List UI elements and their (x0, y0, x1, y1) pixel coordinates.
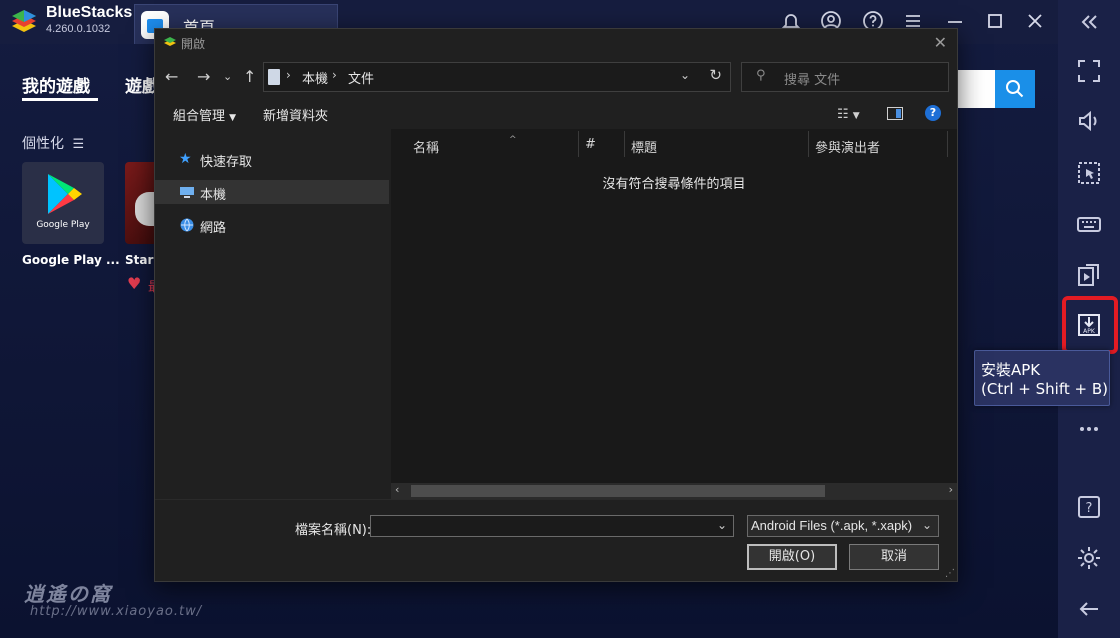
maximize-icon[interactable] (984, 10, 1006, 32)
filename-label: 檔案名稱(N): (295, 523, 372, 538)
media-manager-icon[interactable] (1076, 262, 1102, 288)
column-header-number[interactable]: # (585, 137, 596, 152)
column-header-label: 名稱 (413, 141, 440, 156)
watermark-logo: 逍遙の窩 (24, 582, 112, 606)
navigation-pane: ★ 快速存取 本機 網路 (155, 129, 391, 499)
svg-text:?: ? (1086, 501, 1093, 516)
bluestacks-small-icon (164, 37, 176, 46)
column-header-title[interactable]: 標題 (631, 137, 657, 156)
section-personalize[interactable]: 個性化 ☰ (22, 133, 84, 153)
back-arrow-icon[interactable] (1076, 596, 1102, 622)
scroll-left-icon[interactable]: ‹ (395, 483, 399, 496)
volume-icon[interactable] (1076, 108, 1102, 134)
close-icon[interactable] (1024, 10, 1046, 32)
column-divider[interactable] (947, 131, 948, 157)
help-icon[interactable]: ? (1076, 494, 1102, 520)
nav-item-network[interactable]: 網路 (155, 213, 389, 237)
open-button[interactable]: 開啟(O) (747, 544, 837, 570)
dialog-title: 開啟 (181, 37, 206, 51)
search-icon (1006, 80, 1024, 98)
install-apk-highlight (1062, 296, 1118, 354)
address-dropdown-icon[interactable]: ⌄ (680, 68, 690, 82)
resize-grip-icon[interactable]: ⋰ (945, 568, 955, 579)
nav-item-this-pc[interactable]: 本機 (155, 180, 389, 204)
organize-label: 組合管理 (173, 109, 226, 124)
back-icon[interactable]: ← (165, 67, 178, 86)
heart-icon[interactable]: ♥ (127, 274, 141, 293)
breadcrumb-separator-icon: › (286, 68, 291, 82)
search-placeholder: 搜尋 文件 (784, 73, 841, 88)
scrollbar-thumb[interactable] (411, 485, 825, 497)
star-icon: ★ (179, 151, 192, 167)
breadcrumb-documents[interactable]: 文件 (348, 68, 374, 87)
file-list-pane[interactable]: ^ 名稱 # 標題 參與演出者 沒有符合搜尋條件的項目 ‹ › (391, 129, 957, 499)
nav-item-label: 快速存取 (200, 155, 253, 170)
app-caption-google-play: Google Play ... (22, 253, 120, 267)
app-search-button[interactable] (995, 70, 1035, 108)
column-header-artists[interactable]: 參與演出者 (815, 137, 880, 156)
google-play-tile-text: Google Play (36, 220, 90, 230)
app-tile-google-play[interactable]: Google Play (22, 162, 104, 244)
watermark-url: http://www.xiaoyao.tw/ (30, 604, 203, 619)
filename-input[interactable]: ⌄ (370, 515, 734, 537)
nav-item-quick-access[interactable]: ★ 快速存取 (155, 147, 389, 171)
sort-ascending-icon: ^ (509, 135, 517, 145)
column-divider[interactable] (808, 131, 809, 157)
recent-locations-icon[interactable]: ⌄ (223, 70, 232, 83)
column-divider[interactable] (624, 131, 625, 157)
app-search-input[interactable] (957, 70, 995, 108)
up-folder-icon[interactable]: ↑ (243, 67, 256, 86)
refresh-icon[interactable]: ↻ (709, 66, 722, 84)
tooltip-title: 安裝APK (981, 361, 1041, 379)
filename-dropdown-icon[interactable]: ⌄ (717, 518, 727, 532)
column-divider[interactable] (578, 131, 579, 157)
file-type-select[interactable]: Android Files (*.apk, *.xapk) ⌄ (747, 515, 939, 537)
breadcrumb-this-pc[interactable]: 本機 (302, 68, 328, 87)
settings-gear-icon[interactable] (1076, 545, 1102, 571)
computer-icon (180, 187, 194, 198)
preview-pane-icon[interactable] (887, 107, 903, 124)
this-pc-icon (268, 69, 280, 85)
dialog-search-input[interactable]: ⚲ 搜尋 文件 (741, 62, 949, 92)
bluestacks-logo-icon (12, 10, 36, 32)
google-play-icon (48, 174, 82, 214)
file-type-value: Android Files (*.apk, *.xapk) (751, 518, 913, 533)
cancel-button[interactable]: 取消 (849, 544, 939, 570)
search-icon: ⚲ (756, 68, 766, 83)
section-label: 個性化 (22, 136, 64, 152)
open-file-dialog: 開啟 ✕ ← → ⌄ ↑ › 本機 › 文件 ⌄ ↻ ⚲ 搜尋 文件 組合管理 … (154, 28, 958, 582)
active-tab-underline (22, 98, 98, 101)
caret-down-icon: ▼ (229, 113, 237, 123)
new-folder-button[interactable]: 新增資料夾 (263, 105, 328, 124)
scroll-right-icon[interactable]: › (949, 483, 953, 496)
horizontal-scrollbar[interactable]: ‹ › (391, 483, 957, 499)
forward-icon[interactable]: → (197, 67, 210, 86)
collapse-sidebar-icon[interactable] (1076, 9, 1102, 35)
network-globe-icon (180, 218, 194, 232)
breadcrumb-separator-icon: › (332, 68, 337, 82)
column-header-name[interactable]: ^ 名稱 (413, 135, 517, 156)
cursor-select-icon[interactable] (1076, 160, 1102, 186)
tooltip-shortcut: (Ctrl + Shift + B) (981, 380, 1108, 398)
sliders-icon: ☰ (72, 137, 85, 152)
app-version: 4.260.0.1032 (46, 23, 111, 35)
view-options-icon[interactable]: ☷ ▼ (837, 107, 860, 122)
nav-item-label: 網路 (200, 221, 227, 236)
dialog-close-icon[interactable]: ✕ (934, 33, 947, 52)
organize-button[interactable]: 組合管理 ▼ (173, 105, 236, 124)
dialog-footer: 檔案名稱(N): ⌄ Android Files (*.apk, *.xapk)… (155, 499, 957, 581)
chevron-down-icon: ⌄ (921, 518, 932, 532)
nav-item-label: 本機 (200, 188, 227, 203)
address-bar[interactable]: › 本機 › 文件 ⌄ ↻ (263, 62, 731, 92)
empty-results-message: 沒有符合搜尋條件的項目 (602, 177, 746, 192)
more-options-icon[interactable] (1076, 416, 1102, 442)
fullscreen-icon[interactable] (1076, 58, 1102, 84)
dialog-help-icon[interactable]: ? (925, 105, 941, 121)
tab-my-games[interactable]: 我的遊戲 (22, 72, 90, 97)
keyboard-icon[interactable] (1076, 211, 1102, 237)
install-apk-tooltip: 安裝APK (Ctrl + Shift + B) (974, 350, 1110, 406)
brand-name: BlueStacks (46, 4, 133, 21)
